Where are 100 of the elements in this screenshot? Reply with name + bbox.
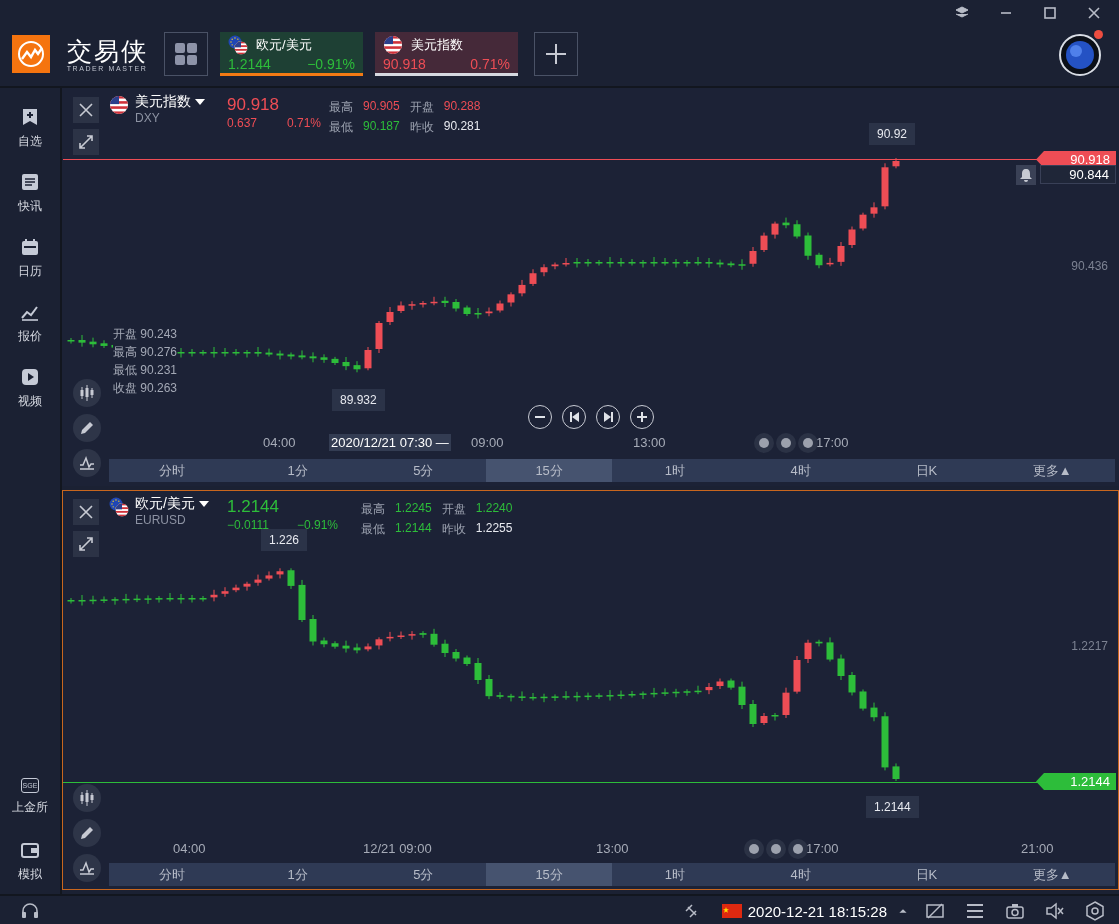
period-tab[interactable]: 15分 [486, 459, 612, 482]
tab-price: 90.918 [383, 56, 427, 74]
event-marker-icon[interactable] [787, 838, 809, 860]
time-label: 04:00 [173, 841, 206, 856]
candlestick-tool-button[interactable] [73, 379, 101, 407]
price-change: 0.637 [227, 116, 258, 130]
close-button[interactable] [73, 97, 99, 123]
period-tab[interactable]: 更多▲ [989, 459, 1115, 482]
expand-button[interactable] [73, 129, 99, 155]
sidebar-item[interactable]: 视频 [0, 356, 60, 421]
sidebar-label: 视频 [18, 393, 42, 410]
close-button[interactable] [73, 499, 99, 525]
tab-change: −0.91% [307, 56, 355, 74]
stat-label: 最高 [329, 99, 353, 116]
period-tab[interactable]: 5分 [360, 863, 487, 886]
event-marker-icon[interactable] [797, 432, 819, 454]
sidebar-item[interactable]: 快讯 [0, 161, 60, 226]
tab-change: 0.71% [470, 56, 510, 74]
caret-icon [198, 501, 209, 507]
sidebar-item[interactable]: 日历 [0, 226, 60, 291]
period-tab[interactable]: 1时 [612, 863, 738, 886]
mute-icon[interactable] [1045, 901, 1065, 921]
news-icon [20, 172, 40, 192]
add-button[interactable] [534, 32, 578, 76]
period-tab[interactable]: 日K [863, 863, 990, 886]
period-tab[interactable]: 4时 [737, 863, 864, 886]
headset-icon[interactable] [20, 901, 40, 921]
stat-value: 1.2255 [475, 521, 513, 537]
period-tab[interactable]: 15分 [486, 863, 612, 886]
period-tab[interactable]: 1分 [234, 459, 361, 482]
stat-label: 昨收 [409, 119, 434, 136]
alert-price-tag: 90.844 [1040, 165, 1116, 184]
calendar-icon [20, 237, 40, 257]
period-tab[interactable]: 更多▲ [989, 863, 1115, 886]
time-label: 17:00 [816, 435, 849, 450]
layout-button[interactable] [164, 32, 208, 76]
indicator-icon [78, 454, 96, 472]
instrument-name[interactable]: 美元指数 [135, 93, 205, 111]
percent-change: −0.91% [297, 518, 339, 532]
date-time: 2020-12-21 18:15:28 [747, 902, 887, 920]
stat-value: 1.2240 [475, 501, 513, 517]
watchlist-tab[interactable]: 欧元/美元 1.2144 −0.91% [220, 32, 363, 76]
settings-icon[interactable] [1085, 901, 1105, 921]
pencil-button[interactable] [73, 414, 101, 442]
bell-icon[interactable] [1016, 165, 1036, 185]
pencil-icon [78, 419, 96, 437]
sidebar-item[interactable]: 模拟 [0, 829, 60, 894]
watchlist-tab[interactable]: 美元指数 90.918 0.71% [375, 32, 518, 76]
stat-value: 90.281 [443, 119, 481, 135]
candlestick-icon [78, 789, 96, 807]
period-tab[interactable]: 5分 [360, 459, 487, 482]
time-label: 17:00 [806, 841, 839, 856]
avatar-icon[interactable] [1059, 34, 1101, 76]
stat-value: 1.2144 [395, 521, 432, 537]
stat-value: 1.2245 [395, 501, 432, 517]
display-icon[interactable] [925, 901, 945, 921]
camera-icon[interactable] [1005, 901, 1025, 921]
stat-label: 昨收 [441, 521, 466, 538]
period-tab[interactable]: 分时 [109, 863, 235, 886]
instrument-name[interactable]: 欧元/美元 [135, 495, 209, 513]
plus-icon [637, 412, 647, 422]
period-tab[interactable]: 分时 [109, 459, 235, 482]
expand-button[interactable] [73, 531, 99, 557]
sidebar-item[interactable]: 自选 [0, 96, 60, 161]
stat-label: 最高 [361, 501, 385, 518]
price-marker: 1.226 [261, 529, 308, 551]
event-marker-icon[interactable] [765, 838, 787, 860]
maximize-icon[interactable] [1041, 4, 1059, 22]
event-marker-icon[interactable] [743, 838, 765, 860]
crosshair-time-label: 2020/12/21 07:30 — [329, 434, 451, 451]
event-marker-icon[interactable] [753, 432, 775, 454]
axis-label: 1.2217 [1071, 639, 1108, 653]
period-tab[interactable]: 1时 [612, 459, 738, 482]
list-icon[interactable] [965, 901, 985, 921]
period-tab[interactable]: 4时 [737, 459, 864, 482]
pencil-button[interactable] [73, 819, 101, 847]
period-tab[interactable]: 日K [863, 459, 990, 482]
time-label: 04:00 [263, 435, 296, 450]
sidebar-label: 上金所 [12, 798, 48, 816]
indicator-button[interactable] [73, 449, 101, 477]
pencil-icon [78, 824, 96, 842]
sidebar-item[interactable]: 报价 [0, 291, 60, 356]
wallet-icon [20, 840, 40, 860]
stat-value: 90.905 [363, 99, 400, 115]
percent-change: 0.71% [287, 116, 322, 130]
stat-label: 开盘 [409, 99, 434, 116]
time-label: 09:00 [471, 435, 504, 450]
price-marker: 1.2144 [866, 796, 919, 818]
indicator-button[interactable] [73, 854, 101, 882]
time-label: 13:00 [596, 841, 629, 856]
candlestick-tool-button[interactable] [73, 784, 101, 812]
event-marker-icon[interactable] [775, 432, 797, 454]
period-tab[interactable]: 1分 [234, 863, 361, 886]
brand-name: 交易侠 [66, 36, 148, 65]
axis-label: 90.436 [1071, 259, 1108, 273]
instrument-code: DXY [135, 111, 161, 125]
price-marker: 90.92 [869, 123, 916, 145]
minus-icon [535, 416, 545, 418]
tab-price: 1.2144 [228, 56, 272, 74]
candlestick-icon [78, 384, 96, 402]
